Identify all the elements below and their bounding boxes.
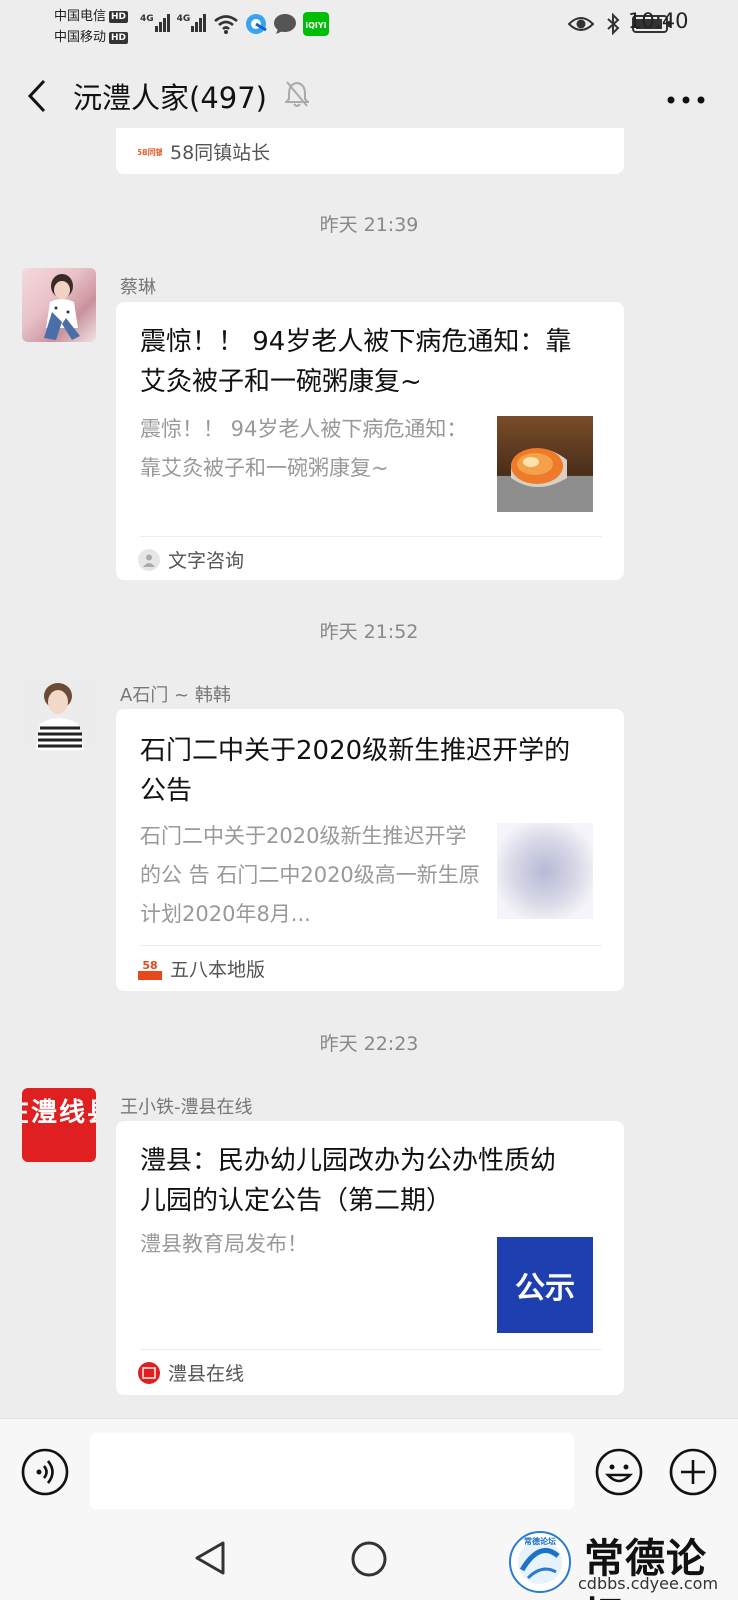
svg-text:iQIYI: iQIYI bbox=[306, 21, 327, 30]
avatar[interactable] bbox=[22, 268, 96, 342]
thumbnail-text: 公示 bbox=[515, 1271, 575, 1306]
card-description: 震惊！！ 94岁老人被下病危通知：靠艾灸被子和一碗粥康复~ bbox=[140, 417, 468, 480]
status-bar: 中国电信 HD 中国移动 HD 4G 4G iQIYI 10:40 bbox=[0, 0, 738, 50]
carrier-1-label: 中国电信 bbox=[54, 9, 107, 24]
card-title: 石门二中关于2020级新生推迟开学的公告 bbox=[140, 736, 571, 806]
system-home-button[interactable] bbox=[350, 1540, 388, 1582]
network-type-label: 4G bbox=[176, 14, 191, 24]
emoji-icon bbox=[595, 1448, 643, 1496]
emoji-button[interactable] bbox=[594, 1447, 644, 1497]
card-source-label: 58同镇站长 bbox=[170, 142, 271, 164]
status-time: 10:40 bbox=[628, 9, 689, 33]
back-button[interactable] bbox=[22, 76, 52, 116]
eye-icon bbox=[568, 15, 594, 33]
card-divider bbox=[140, 1349, 602, 1350]
iqiyi-icon: iQIYI bbox=[303, 12, 330, 36]
carrier-2-label: 中国移动 bbox=[54, 30, 107, 45]
mute-bell-icon bbox=[283, 80, 311, 112]
home-circle-icon bbox=[351, 1541, 387, 1577]
more-button[interactable] bbox=[666, 90, 706, 104]
forum-watermark: 常德论坛 常德论坛 cdbbs.cdyee.com bbox=[504, 1524, 738, 1600]
wifi-icon bbox=[213, 13, 239, 35]
user-icon bbox=[138, 548, 160, 571]
link-card[interactable]: 石门二中关于2020级新生推迟开学的公告 石门二中关于2020级新生推迟开学的公… bbox=[116, 709, 624, 991]
hd-badge: HD bbox=[109, 31, 129, 44]
watermark-url: cdbbs.cdyee.com bbox=[578, 1574, 719, 1593]
liyuan-online-icon bbox=[138, 1361, 160, 1384]
card-source: 58 五八本地版 bbox=[138, 955, 265, 982]
back-triangle-icon bbox=[195, 1541, 225, 1575]
svg-text:58: 58 bbox=[142, 959, 157, 972]
network-type-label: 4G bbox=[140, 14, 154, 24]
card-description: 澧县教育局发布！ bbox=[140, 1232, 308, 1256]
timestamp: 昨天 21:39 bbox=[319, 214, 419, 236]
browser-icon bbox=[245, 13, 268, 35]
card-source-label: 文字咨询 bbox=[168, 550, 245, 572]
card-source-label: 澧县在线 bbox=[168, 1363, 245, 1385]
voice-button[interactable] bbox=[20, 1447, 70, 1497]
plus-icon bbox=[669, 1448, 717, 1496]
card-thumbnail: 公示 bbox=[497, 1237, 593, 1333]
card-divider bbox=[140, 945, 602, 946]
timestamp: 昨天 22:23 bbox=[319, 1033, 419, 1055]
card-title: 震惊！！ 94岁老人被下病危通知：靠艾灸被子和一碗粥康复~ bbox=[140, 327, 572, 397]
58-logo-icon: 58 bbox=[138, 957, 162, 980]
link-card-partial[interactable]: 58同镇 58同镇站长 bbox=[116, 128, 624, 174]
bluetooth-icon bbox=[606, 13, 620, 35]
card-source: 澧县在线 bbox=[138, 1359, 244, 1386]
voice-icon bbox=[21, 1448, 69, 1496]
carrier-2: 中国移动 HD bbox=[54, 26, 129, 45]
card-source: 58同镇 58同镇站长 bbox=[138, 138, 270, 165]
card-thumbnail bbox=[497, 823, 593, 919]
carrier-1: 中国电信 HD bbox=[54, 5, 129, 24]
card-divider bbox=[140, 536, 602, 537]
hd-badge: HD bbox=[109, 10, 129, 23]
timestamp: 昨天 21:52 bbox=[319, 621, 419, 643]
sender-name: 王小铁-澧县在线 bbox=[120, 1097, 253, 1118]
chat-title[interactable]: 沅澧人家(497) bbox=[73, 75, 267, 117]
sender-name: 蔡琳 bbox=[120, 277, 156, 298]
system-back-button[interactable] bbox=[193, 1540, 227, 1580]
link-card[interactable]: 澧县：民办幼儿园改办为公办性质幼儿园的认定公告（第二期） 澧县教育局发布！ 公示… bbox=[116, 1121, 624, 1395]
card-title: 澧县：民办幼儿园改办为公办性质幼儿园的认定公告（第二期） bbox=[140, 1146, 557, 1216]
svg-text:在澧线县: 在澧线县 bbox=[22, 1098, 96, 1128]
input-bar bbox=[0, 1418, 738, 1524]
message-input[interactable] bbox=[90, 1433, 574, 1509]
card-thumbnail bbox=[497, 416, 593, 512]
card-description: 石门二中关于2020级新生推迟开学的公 告 石门二中2020级高一新生原计划20… bbox=[140, 824, 480, 926]
card-source-label: 五八本地版 bbox=[170, 959, 266, 981]
message-icon bbox=[273, 13, 297, 35]
avatar[interactable] bbox=[22, 676, 96, 750]
avatar[interactable]: 在澧线县 bbox=[22, 1088, 96, 1162]
svg-text:常德论坛: 常德论坛 bbox=[524, 1536, 556, 1546]
forum-logo-icon: 常德论坛 bbox=[508, 1530, 572, 1598]
58-logo-icon: 58同镇 bbox=[138, 142, 162, 161]
card-source: 文字咨询 bbox=[138, 546, 244, 573]
chat-header: 沅澧人家(497) bbox=[0, 58, 738, 134]
link-card[interactable]: 震惊！！ 94岁老人被下病危通知：靠艾灸被子和一碗粥康复~ 震惊！！ 94岁老人… bbox=[116, 302, 624, 580]
svg-text:58同镇: 58同镇 bbox=[138, 147, 162, 157]
more-functions-button[interactable] bbox=[668, 1447, 718, 1497]
back-icon bbox=[27, 79, 46, 113]
sender-name: A石门 ~ 韩韩 bbox=[120, 685, 231, 706]
signal-icon: 4G bbox=[177, 14, 208, 34]
signal-icon: 4G bbox=[140, 14, 171, 34]
more-icon bbox=[667, 96, 705, 104]
